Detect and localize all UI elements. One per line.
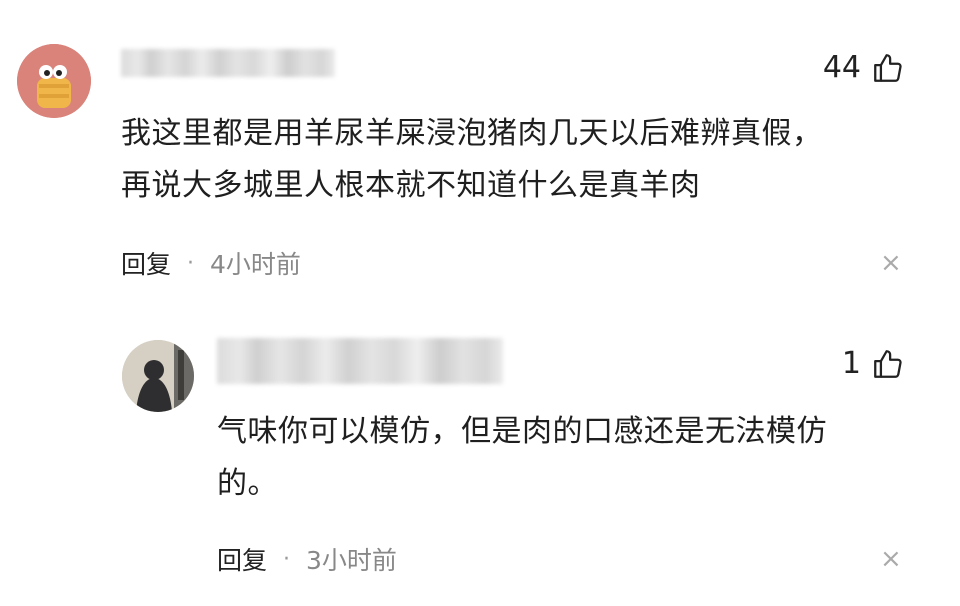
username-blurred[interactable] xyxy=(121,49,335,77)
separator-dot: · xyxy=(283,546,291,572)
avatar[interactable] xyxy=(122,340,194,412)
avatar[interactable] xyxy=(17,44,91,118)
comment-text-line: 的。 xyxy=(217,466,278,501)
close-icon[interactable]: × xyxy=(880,546,902,572)
reply-comment-item: 1 气味你可以模仿，但是肉的口感还是无法模仿 的。 回复 · 3小时前 × xyxy=(0,300,960,606)
person-silhouette-avatar-icon xyxy=(122,340,194,412)
reply-button[interactable]: 回复 xyxy=(121,245,171,281)
separator-dot: · xyxy=(187,250,195,276)
like-count: 1 xyxy=(841,346,861,381)
timestamp: 3小时前 xyxy=(306,546,397,575)
comment-item: 44 我这里都是用羊尿羊屎浸泡猪肉几天以后难辨真假， 再说大多城里人根本就不知道… xyxy=(0,0,960,300)
thumbs-up-icon xyxy=(874,53,902,82)
comment-text-line: 我这里都是用羊尿羊屎浸泡猪肉几天以后难辨真假， xyxy=(121,116,823,151)
reply-button[interactable]: 回复 xyxy=(217,541,267,577)
like-button[interactable]: 44 xyxy=(823,50,905,85)
comment-text: 我这里都是用羊尿羊屎浸泡猪肉几天以后难辨真假， 再说大多城里人根本就不知道什么是… xyxy=(121,108,823,212)
close-icon[interactable]: × xyxy=(880,250,902,276)
comment-text-line: 气味你可以模仿，但是肉的口感还是无法模仿 xyxy=(217,414,827,449)
thumbs-up-icon xyxy=(874,349,902,378)
comment-meta: 回复 · 4小时前 xyxy=(121,245,301,281)
like-count: 44 xyxy=(822,50,861,85)
comment-text-line: 再说大多城里人根本就不知道什么是真羊肉 xyxy=(121,168,701,203)
like-button[interactable]: 1 xyxy=(842,346,905,381)
duck-avatar-icon xyxy=(17,44,91,118)
timestamp: 4小时前 xyxy=(210,250,301,279)
comment-text: 气味你可以模仿，但是肉的口感还是无法模仿 的。 xyxy=(217,406,827,510)
comment-meta: 回复 · 3小时前 xyxy=(217,541,397,577)
username-blurred[interactable] xyxy=(217,338,503,384)
